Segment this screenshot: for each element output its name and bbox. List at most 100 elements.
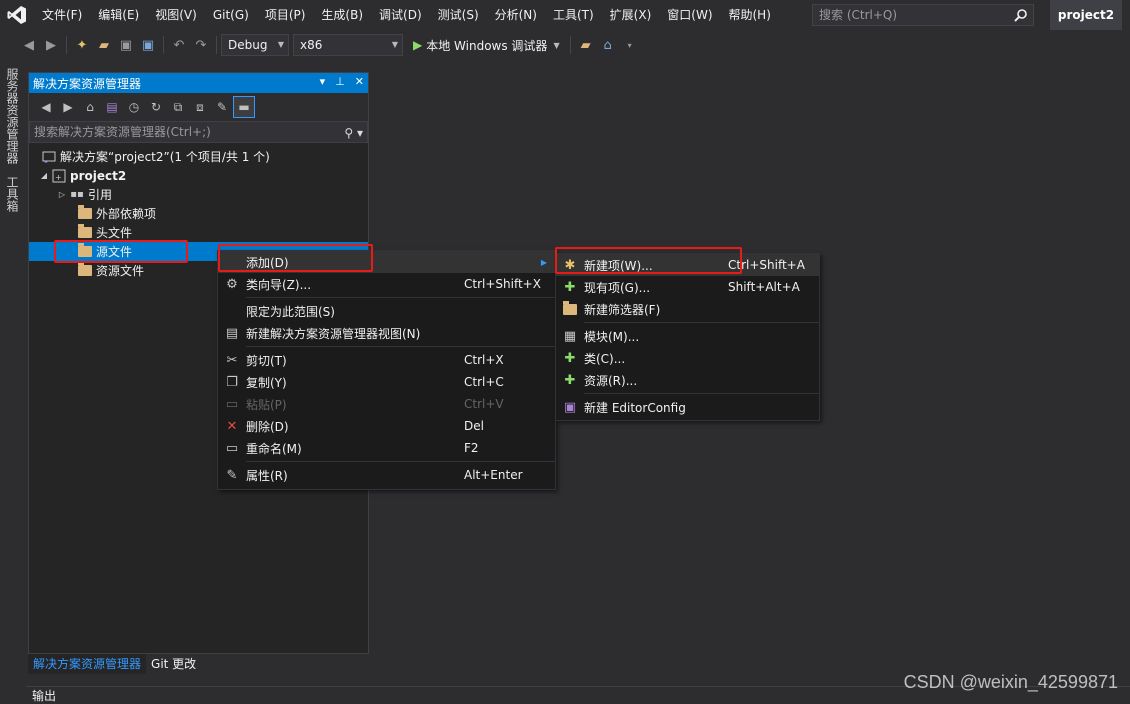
tree-item-solution[interactable]: 解决方案“project2”(1 个项目/共 1 个) [29, 147, 368, 166]
class-wizard-icon: ⚙ [226, 276, 238, 292]
tree-item-references[interactable]: ▷ ▪▪ 引用 [29, 185, 368, 204]
redo-icon[interactable]: ↷ [190, 34, 212, 56]
toolbar-separator [569, 36, 571, 54]
chevron-down-icon[interactable]: ▾ [320, 75, 326, 88]
context-menu: 添加(D) ▶ ⚙ 类向导(Z)... Ctrl+Shift+X 限定为此范围(… [217, 250, 556, 490]
menu-item-class-wizard[interactable]: ⚙ 类向导(Z)... Ctrl+Shift+X [218, 273, 555, 295]
menu-view[interactable]: 视图(V) [147, 0, 205, 30]
menu-item-module[interactable]: ▦ 模块(M)... [556, 325, 819, 347]
menu-item-shortcut: Ctrl+V [464, 397, 504, 411]
pin-icon[interactable]: ⊥ [335, 75, 345, 88]
menu-test[interactable]: 测试(S) [430, 0, 487, 30]
menu-item-delete[interactable]: ✕ 删除(D) Del [218, 415, 555, 437]
tree-item-project[interactable]: ◢ + project2 [29, 166, 368, 185]
menu-project[interactable]: 项目(P) [257, 0, 314, 30]
menu-item-resource[interactable]: ✚ 资源(R)... [556, 369, 819, 391]
menu-item-new-filter[interactable]: 新建筛选器(F) [556, 298, 819, 320]
new-project-icon[interactable]: ✦ [71, 34, 93, 56]
watermark: CSDN @weixin_42599871 [903, 672, 1118, 692]
preview-selected-icon[interactable]: ▬ [233, 96, 255, 118]
chevron-down-icon: ▼ [277, 40, 284, 49]
visual-studio-logo-icon[interactable] [0, 0, 34, 30]
chevron-down-icon: ▼ [391, 40, 398, 49]
menu-item-copy[interactable]: ❐ 复制(Y) Ctrl+C [218, 371, 555, 393]
menu-item-scope[interactable]: 限定为此范围(S) [218, 300, 555, 322]
solution-explorer-title: 解决方案资源管理器 [33, 76, 142, 91]
menu-item-label: 新建筛选器(F) [584, 302, 661, 317]
search-icon: ⚲ ▾ [344, 126, 363, 140]
global-search-placeholder: 搜索 (Ctrl+Q) [819, 8, 898, 22]
menu-item-properties[interactable]: ✎ 属性(R) Alt+Enter [218, 464, 555, 486]
configuration-select[interactable]: Debug ▼ [221, 34, 289, 56]
browser-icon[interactable]: ⌂ [597, 34, 619, 56]
back-icon[interactable]: ◀ [18, 34, 40, 56]
expanded-arrow-icon[interactable]: ◢ [37, 171, 51, 180]
menu-analyze[interactable]: 分析(N) [487, 0, 545, 30]
resource-icon: ✚ [564, 372, 576, 388]
tree-item-external-deps[interactable]: 外部依赖项 [29, 204, 368, 223]
forward-icon[interactable]: ▶ [40, 34, 62, 56]
menu-file[interactable]: 文件(F) [34, 0, 90, 30]
menu-item-label: 类(C)... [584, 351, 626, 366]
tab-solution-explorer[interactable]: 解决方案资源管理器 [28, 654, 147, 674]
undo-icon[interactable]: ↶ [168, 34, 190, 56]
back-icon[interactable]: ◀ [35, 96, 57, 118]
menu-help[interactable]: 帮助(H) [721, 0, 779, 30]
menu-edit[interactable]: 编辑(E) [90, 0, 147, 30]
existing-item-icon: ✚ [564, 279, 576, 295]
copy-icon: ❐ [226, 374, 238, 390]
server-explorer-tab[interactable]: 服务器资源管理器 [0, 62, 25, 170]
properties-wrench-icon[interactable]: ✎ [211, 96, 233, 118]
tree-item-label: 引用 [88, 188, 113, 202]
collapse-all-icon[interactable]: ⧉ [167, 96, 189, 118]
save-all-icon[interactable]: ▣ [137, 34, 159, 56]
menu-build[interactable]: 生成(B) [313, 0, 371, 30]
platform-select[interactable]: x86 ▼ [293, 34, 403, 56]
menu-item-new-view[interactable]: ▤ 新建解决方案资源管理器视图(N) [218, 322, 555, 344]
save-icon[interactable]: ▣ [115, 34, 137, 56]
solution-explorer-tabs: 解决方案资源管理器 Git 更改 [28, 654, 201, 676]
menu-window[interactable]: 窗口(W) [659, 0, 720, 30]
paste-icon: ▭ [225, 396, 239, 412]
close-icon[interactable]: ✕ [355, 75, 364, 88]
references-icon: ▪▪ [70, 189, 84, 200]
toolbox-tab[interactable]: 工具箱 [0, 170, 25, 218]
sync-icon[interactable]: ↻ [145, 96, 167, 118]
tab-git-changes[interactable]: Git 更改 [146, 654, 201, 674]
solution-search-input[interactable]: 搜索解决方案资源管理器(Ctrl+;) ⚲ ▾ [29, 121, 368, 143]
solution-icon [41, 149, 57, 165]
open-folder-icon[interactable]: ▰ [93, 34, 115, 56]
menu-item-new-item[interactable]: ✱ 新建项(W)... Ctrl+Shift+A [556, 254, 819, 276]
show-all-files-icon[interactable]: ⧈ [189, 96, 211, 118]
pending-changes-icon[interactable]: ◷ [123, 96, 145, 118]
delete-x-icon: ✕ [226, 418, 238, 434]
menu-debug[interactable]: 调试(D) [371, 0, 430, 30]
rename-icon: ▭ [225, 440, 239, 456]
menu-extensions[interactable]: 扩展(X) [602, 0, 660, 30]
forward-icon[interactable]: ▶ [57, 96, 79, 118]
menu-separator [246, 346, 555, 347]
menu-item-class[interactable]: ✚ 类(C)... [556, 347, 819, 369]
switch-view-icon[interactable]: ▤ [101, 96, 123, 118]
play-icon: ▶ [413, 38, 423, 52]
global-search-input[interactable]: 搜索 (Ctrl+Q) [812, 4, 1034, 26]
tree-item-label: 资源文件 [96, 264, 145, 278]
home-icon[interactable]: ⌂ [79, 96, 101, 118]
menu-item-existing-item[interactable]: ✚ 现有项(G)... Shift+Alt+A [556, 276, 819, 298]
menu-item-shortcut: Del [464, 419, 484, 433]
menu-item-rename[interactable]: ▭ 重命名(M) F2 [218, 437, 555, 459]
menu-separator [246, 297, 555, 298]
menu-item-cut[interactable]: ✂ 剪切(T) Ctrl+X [218, 349, 555, 371]
menu-item-editorconfig[interactable]: ▣ 新建 EditorConfig [556, 396, 819, 418]
folder-icon[interactable]: ▰ [575, 34, 597, 56]
tree-item-header-files[interactable]: 头文件 [29, 223, 368, 242]
menu-separator [584, 322, 819, 323]
toolbar-overflow-icon[interactable]: ▾ [619, 34, 641, 56]
menu-tools[interactable]: 工具(T) [545, 0, 602, 30]
start-debugging-button[interactable]: ▶ 本地 Windows 调试器 ▼ [407, 34, 566, 56]
menu-item-add[interactable]: 添加(D) ▶ [218, 251, 555, 273]
menu-item-label: 删除(D) [246, 419, 289, 434]
collapsed-arrow-icon[interactable]: ▷ [55, 190, 69, 199]
menu-git[interactable]: Git(G) [205, 0, 257, 30]
class-icon: ✚ [564, 350, 576, 366]
